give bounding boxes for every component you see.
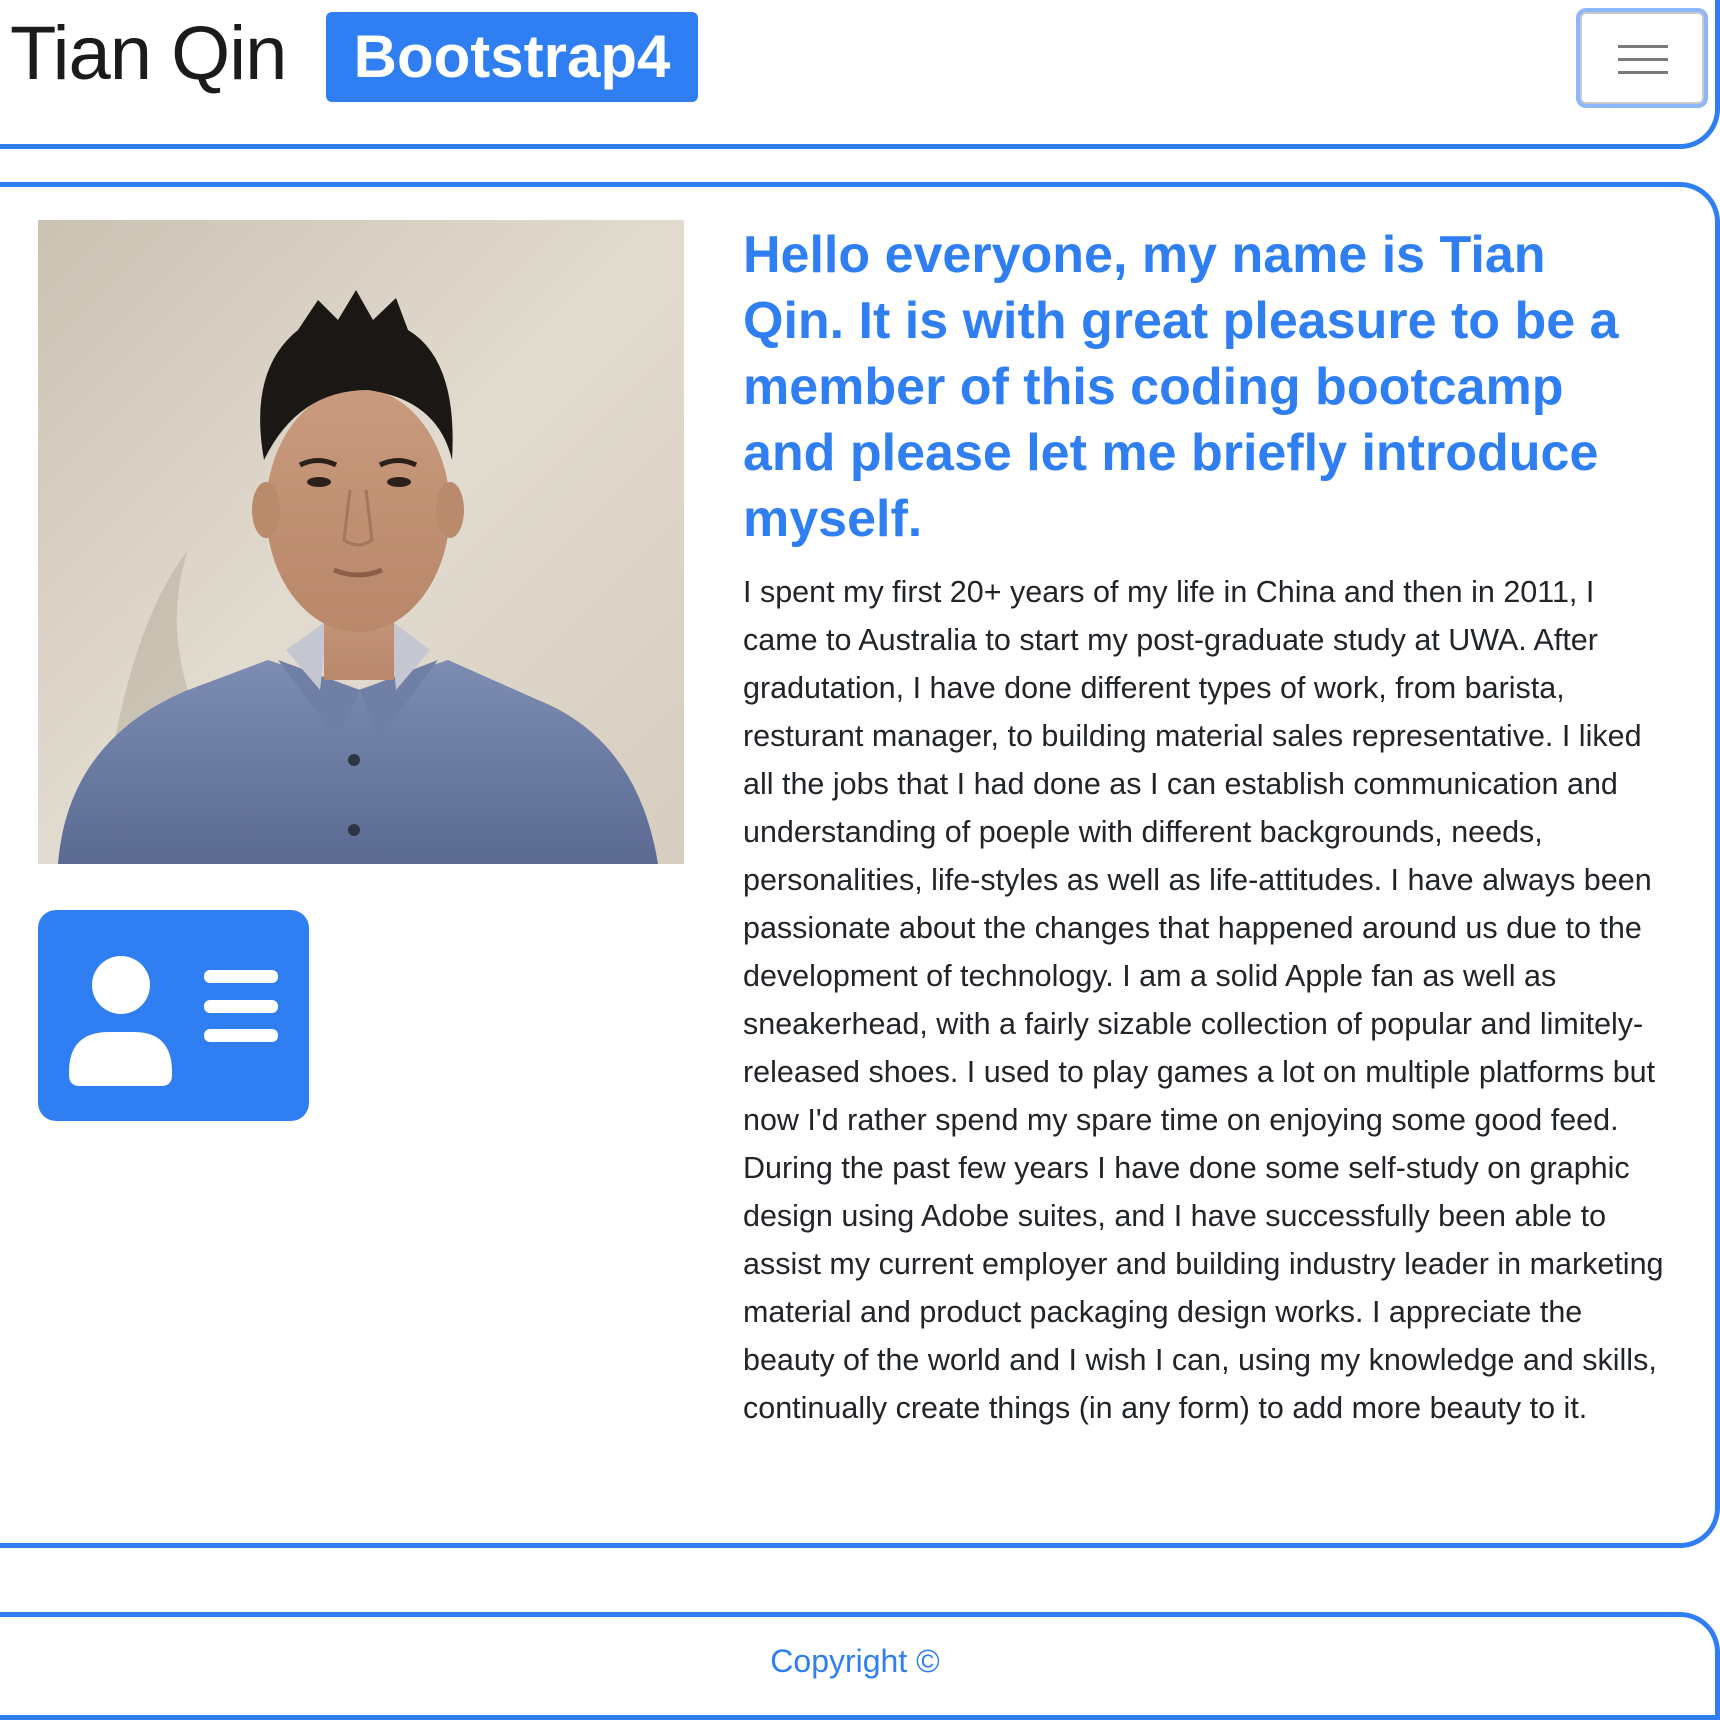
footer: Copyright © <box>0 1612 1720 1720</box>
profile-photo <box>38 220 684 864</box>
id-card-icon[interactable] <box>38 910 309 1121</box>
bio-paragraph: I spent my first 20+ years of my life in… <box>743 575 1664 1425</box>
navbar: Tian Qin Bootstrap4 <box>0 0 1720 149</box>
navbar-toggler-button[interactable] <box>1580 12 1704 104</box>
brand-badge: Bootstrap4 <box>326 12 698 102</box>
brand-name[interactable]: Tian Qin <box>10 4 287 104</box>
copyright-text: Copyright © <box>770 1643 940 1679</box>
intro-headline: Hello everyone, my name is Tian Qin. It … <box>743 226 1619 548</box>
